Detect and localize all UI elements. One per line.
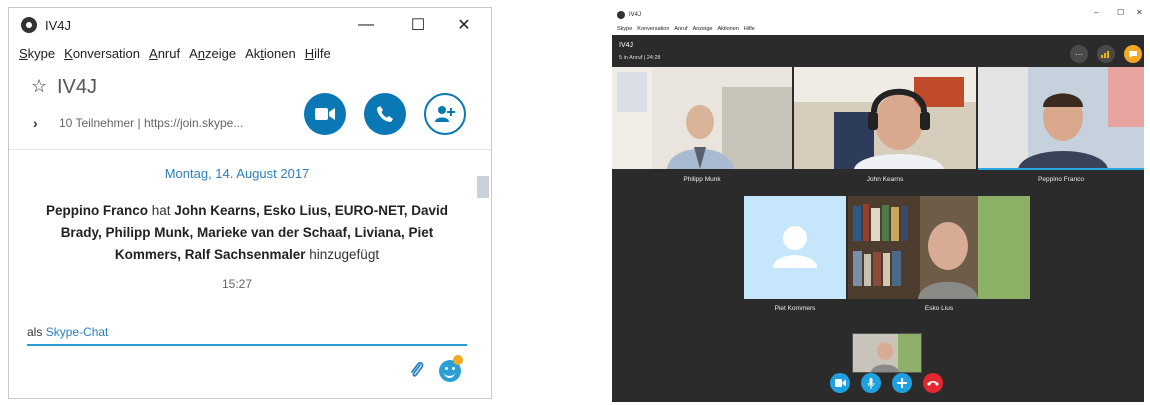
call-window: IV4J – ☐ ✕ Skype Konversation Anruf Anzeige… bbox=[612, 8, 1144, 402]
menu-item-konversation[interactable]: Konversation bbox=[64, 46, 140, 61]
system-message: Peppino Franco hat John Kearns, Esko Liu… bbox=[29, 200, 465, 266]
call-close-button[interactable]: ✕ bbox=[1136, 8, 1143, 22]
call-menu-item-hilfe[interactable]: Hilfe bbox=[744, 26, 755, 32]
conversation-header: ☆ IV4J › 10 Teilnehmer | https://join.sk… bbox=[9, 64, 491, 150]
call-conversation-name: IV4J bbox=[619, 42, 634, 49]
menu-item-anruf[interactable]: Anruf bbox=[149, 46, 180, 61]
toggle-video-button[interactable] bbox=[830, 373, 850, 393]
message-actor: Peppino Franco bbox=[45, 203, 148, 218]
signal-quality-icon[interactable] bbox=[1097, 45, 1115, 63]
menu-item-hilfe[interactable]: Hilfe bbox=[305, 46, 331, 61]
add-participant-button[interactable] bbox=[424, 93, 466, 135]
video-feed-image bbox=[794, 67, 976, 169]
scrollbar-thumb[interactable] bbox=[477, 176, 489, 198]
conversation-name: IV4J bbox=[57, 76, 98, 98]
video-call-button[interactable] bbox=[304, 93, 346, 135]
participants-summary[interactable]: 10 Teilnehmer | https://join.skype... bbox=[59, 116, 243, 130]
hangup-icon bbox=[927, 381, 939, 386]
close-button[interactable]: ✕ bbox=[441, 8, 487, 42]
skype-logo-icon bbox=[617, 11, 625, 19]
paperclip-icon[interactable] bbox=[409, 360, 425, 386]
active-speaker-indicator bbox=[978, 168, 1144, 170]
mic-icon bbox=[867, 377, 875, 389]
participant-name-label: Peppino Franco bbox=[1038, 176, 1084, 183]
window-title: IV4J bbox=[45, 17, 72, 33]
message-input-hint[interactable]: als Skype-Chat bbox=[27, 325, 108, 339]
video-feed-image bbox=[848, 196, 1030, 299]
call-title-bar: IV4J – ☐ ✕ bbox=[612, 8, 1144, 22]
favorite-star-icon[interactable]: ☆ bbox=[31, 76, 47, 97]
video-tile-piet[interactable] bbox=[744, 196, 846, 299]
video-feed-image bbox=[978, 67, 1144, 169]
input-underline bbox=[27, 344, 467, 346]
call-window-title: IV4J bbox=[629, 12, 642, 18]
message-verb: hat bbox=[147, 203, 175, 218]
participant-name-label: John Kearns bbox=[866, 176, 904, 183]
call-menu-bar: Skype Konversation Anruf Anzeige Aktionen Hil… bbox=[612, 22, 1144, 35]
toggle-mic-button[interactable] bbox=[861, 373, 881, 393]
video-tile-philipp[interactable] bbox=[612, 67, 792, 169]
call-status: 5 in Anruf | 24:28 bbox=[619, 55, 661, 61]
self-preview[interactable] bbox=[852, 333, 922, 373]
add-icon bbox=[897, 378, 907, 388]
call-header: IV4J 5 in Anruf | 24:28 ··· bbox=[612, 35, 1144, 67]
hang-up-button[interactable] bbox=[923, 373, 943, 393]
emoticon-plus-icon bbox=[453, 355, 463, 365]
call-menu-item-skype[interactable]: Skype bbox=[617, 26, 632, 32]
self-video-image bbox=[853, 334, 921, 372]
date-separator: Montag, 14. August 2017 bbox=[164, 166, 310, 181]
call-menu-item-anruf[interactable]: Anruf bbox=[674, 26, 687, 32]
call-menu-item-aktionen[interactable]: Aktionen bbox=[717, 26, 738, 32]
call-maximize-button[interactable]: ☐ bbox=[1117, 8, 1124, 22]
minimize-button[interactable]: — bbox=[343, 8, 389, 42]
call-menu-item-konversation[interactable]: Konversation bbox=[637, 26, 669, 32]
video-tile-peppino[interactable] bbox=[978, 67, 1144, 169]
title-bar: IV4J — ☐ ✕ bbox=[9, 8, 491, 42]
menu-bar: Skype Konversation Anruf Anzeige Aktionen Hil… bbox=[9, 42, 491, 64]
chevron-right-icon[interactable]: › bbox=[33, 115, 38, 131]
menu-item-skype[interactable]: Skype bbox=[19, 46, 55, 61]
participant-name-label: Philipp Munk bbox=[683, 176, 721, 183]
video-tile-john[interactable] bbox=[794, 67, 976, 169]
phone-icon bbox=[377, 106, 393, 122]
chat-bubble-icon[interactable] bbox=[1124, 45, 1142, 63]
message-time: 15:27 bbox=[221, 277, 253, 291]
add-to-call-button[interactable] bbox=[892, 373, 912, 393]
participant-name-label: Piet Kommers bbox=[774, 305, 816, 312]
video-icon bbox=[834, 379, 846, 387]
default-avatar-icon bbox=[744, 196, 846, 299]
maximize-button[interactable]: ☐ bbox=[395, 8, 441, 42]
video-camera-icon bbox=[315, 108, 335, 120]
chat-window: IV4J — ☐ ✕ Skype Konversation Anruf Anzeige… bbox=[8, 7, 492, 399]
message-suffix: hinzugefügt bbox=[305, 247, 380, 262]
menu-item-anzeige[interactable]: Anzeige bbox=[189, 46, 236, 61]
video-tile-esko[interactable] bbox=[848, 196, 1030, 299]
call-minimize-button[interactable]: – bbox=[1094, 8, 1098, 22]
add-person-icon bbox=[435, 106, 455, 122]
audio-call-button[interactable] bbox=[364, 93, 406, 135]
input-mode-link[interactable]: Skype-Chat bbox=[46, 325, 109, 339]
video-feed-image bbox=[612, 67, 792, 169]
call-menu-item-anzeige[interactable]: Anzeige bbox=[693, 26, 713, 32]
input-prefix: als bbox=[27, 325, 46, 339]
chat-area: Montag, 14. August 2017 Peppino Franco h… bbox=[9, 150, 491, 398]
participant-name-label: Esko Lius bbox=[924, 305, 954, 312]
more-options-icon[interactable]: ··· bbox=[1070, 45, 1088, 63]
skype-logo-icon bbox=[21, 17, 37, 33]
menu-item-aktionen[interactable]: Aktionen bbox=[245, 46, 296, 61]
